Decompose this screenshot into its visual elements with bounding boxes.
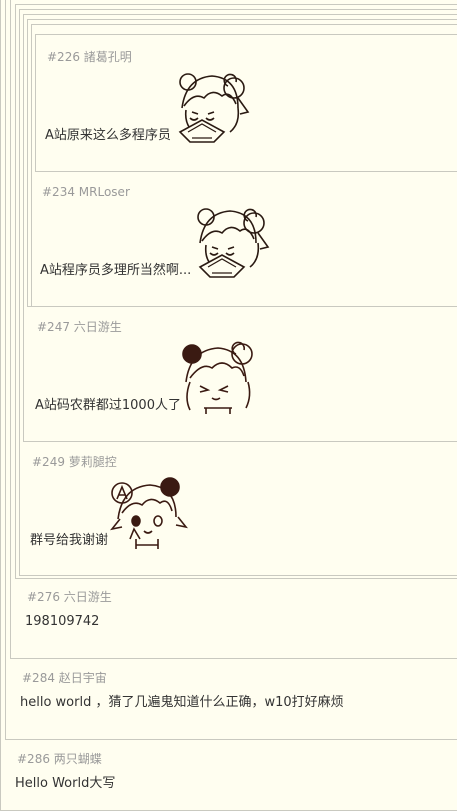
comment-text: 198109742 (25, 614, 100, 629)
comment-header: #234 MRLoser (42, 185, 130, 199)
comment-text: hello world ，猜了几遍鬼知道什么正确，w10打好麻烦 (20, 695, 344, 710)
username[interactable]: 赵日宇宙 (59, 671, 107, 685)
comment-header: #276 六日游生 (27, 590, 112, 604)
floor-number: #247 (37, 320, 70, 334)
comment-header: #284 赵日宇宙 (22, 671, 107, 685)
floor-number: #249 (32, 455, 65, 469)
username[interactable]: 六日游生 (74, 320, 122, 334)
comment-header: #226 諸葛孔明 (47, 50, 132, 64)
comment-header: #249 萝莉腿控 (32, 455, 117, 469)
username[interactable]: 六日游生 (64, 590, 112, 604)
comment-text: A站码农群都过1000人了 (35, 398, 181, 413)
username[interactable]: 两只蝴蝶 (54, 752, 102, 766)
comment-text: 群号给我谢谢 (30, 533, 109, 548)
floor-number: #226 (47, 50, 80, 64)
username[interactable]: 諸葛孔明 (84, 50, 132, 64)
comment-thread: { "comments": [ { "floor": "#226", "user… (0, 0, 457, 811)
comment-header: #286 两只蝴蝶 (17, 752, 102, 766)
comment-header: #247 六日游生 (37, 320, 122, 334)
comment-text: A站程序员多理所当然啊... (40, 263, 192, 278)
floor-number: #286 (17, 752, 50, 766)
comment-text: Hello World大写 (15, 776, 116, 791)
username[interactable]: MRLoser (79, 185, 130, 199)
ac-girl-fan-crying-icon (188, 203, 274, 283)
comment-text: A站原来这么多程序员 (45, 128, 171, 143)
ac-girl-fan-crying-icon (168, 68, 254, 148)
floor-number: #276 (27, 590, 60, 604)
floor-number: #284 (22, 671, 55, 685)
username[interactable]: 萝莉腿控 (69, 455, 117, 469)
ac-girl-squinting-icon (176, 338, 262, 418)
floor-number: #234 (42, 185, 75, 199)
ac-girl-peace-sign-icon (106, 473, 192, 553)
